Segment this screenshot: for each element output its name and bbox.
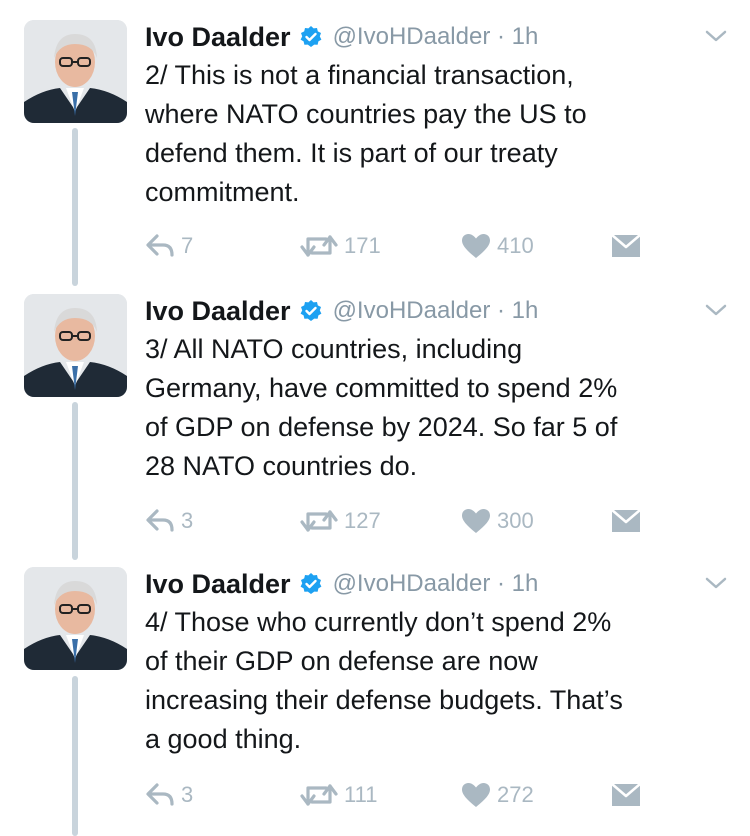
avatar[interactable] (24, 20, 127, 123)
tweet-actions: 3 127 300 (145, 506, 665, 536)
tweet-header: Ivo Daalder @IvoHDaalder · 1h (145, 20, 538, 54)
direct-message-button[interactable] (611, 506, 641, 536)
chevron-down-icon[interactable] (704, 575, 728, 591)
like-count: 272 (497, 782, 534, 807)
author-name[interactable]: Ivo Daalder (145, 22, 291, 53)
like-count: 300 (497, 508, 534, 533)
like-button[interactable]: 272 (461, 780, 534, 810)
heart-icon (462, 234, 490, 258)
reply-icon (146, 783, 174, 806)
retweet-count: 127 (344, 508, 381, 533)
retweet-icon (300, 510, 338, 532)
tweet-header: Ivo Daalder @IvoHDaalder · 1h (145, 294, 538, 328)
reply-count: 3 (181, 782, 194, 807)
tweet[interactable]: Ivo Daalder @IvoHDaalder · 1h 2/ This is… (0, 20, 750, 282)
reply-icon (146, 509, 174, 532)
retweet-button[interactable]: 111 (300, 780, 377, 810)
tweet-header: Ivo Daalder @IvoHDaalder · 1h (145, 567, 538, 601)
retweet-button[interactable]: 127 (300, 506, 381, 536)
avatar-image (24, 20, 127, 123)
tweet-text: 3/ All NATO countries, including Germany… (145, 334, 618, 481)
author-name[interactable]: Ivo Daalder (145, 296, 291, 327)
retweet-count: 171 (344, 233, 381, 258)
verified-badge-icon (300, 573, 321, 594)
chevron-down-icon[interactable] (704, 28, 728, 44)
retweet-button[interactable]: 171 (300, 231, 381, 261)
chevron-down-icon[interactable] (704, 302, 728, 318)
avatar[interactable] (24, 294, 127, 397)
direct-message-button[interactable] (611, 231, 641, 261)
avatar-image (24, 294, 127, 397)
reply-icon (146, 234, 174, 257)
handle-timestamp[interactable]: @IvoHDaalder · 1h (333, 23, 539, 51)
tweet-actions: 3 111 272 (145, 780, 665, 810)
reply-count: 3 (181, 508, 194, 533)
tweet-text: 2/ This is not a financial transaction, … (145, 60, 587, 207)
tweet-text: 4/ Those who currently don’t spend 2% of… (145, 607, 623, 754)
like-button[interactable]: 410 (461, 231, 534, 261)
retweet-icon (300, 235, 338, 257)
handle-timestamp[interactable]: @IvoHDaalder · 1h (333, 570, 539, 598)
like-button[interactable]: 300 (461, 506, 534, 536)
like-count: 410 (497, 233, 534, 258)
heart-icon (462, 783, 490, 807)
envelope-icon (611, 234, 641, 257)
handle-timestamp[interactable]: @IvoHDaalder · 1h (333, 297, 539, 325)
envelope-icon (611, 783, 641, 806)
reply-count: 7 (181, 233, 194, 258)
tweet-actions: 7 171 410 (145, 231, 665, 261)
reply-button[interactable]: 7 (145, 231, 193, 261)
envelope-icon (611, 509, 641, 532)
retweet-count: 111 (344, 782, 378, 807)
tweet[interactable]: Ivo Daalder @IvoHDaalder · 1h 4/ Those w… (0, 567, 750, 829)
reply-button[interactable]: 3 (145, 780, 193, 810)
tweet[interactable]: Ivo Daalder @IvoHDaalder · 1h 3/ All NAT… (0, 294, 750, 556)
direct-message-button[interactable] (611, 780, 641, 810)
author-name[interactable]: Ivo Daalder (145, 569, 291, 600)
heart-icon (462, 509, 490, 533)
avatar-image (24, 567, 127, 670)
verified-badge-icon (300, 300, 321, 321)
reply-button[interactable]: 3 (145, 506, 193, 536)
avatar[interactable] (24, 567, 127, 670)
retweet-icon (300, 784, 338, 806)
verified-badge-icon (300, 26, 321, 47)
